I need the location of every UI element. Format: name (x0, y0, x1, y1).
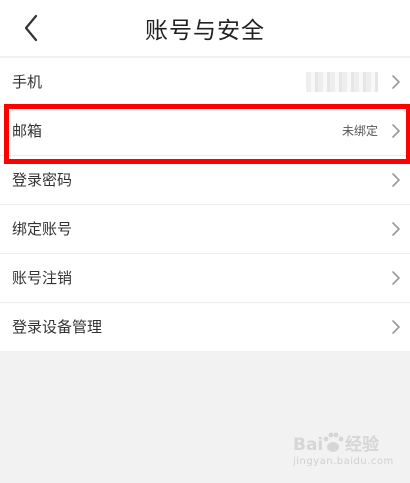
row-email-label: 邮箱 (12, 122, 43, 140)
masked-phone-number (306, 72, 378, 92)
chevron-right-icon (391, 319, 401, 335)
row-device-management[interactable]: 登录设备管理 (0, 303, 410, 351)
row-login-password-label: 登录密码 (12, 171, 73, 189)
top-bar: 账号与安全 (0, 0, 410, 56)
row-phone-label: 手机 (12, 73, 43, 91)
row-login-password[interactable]: 登录密码 (0, 156, 410, 205)
row-linked-accounts-label: 绑定账号 (12, 220, 73, 238)
row-email-status: 未绑定 (341, 124, 378, 138)
chevron-right-icon (391, 123, 401, 139)
baidu-jingyan-watermark: Bai 经验 jingyan.baidu.com (293, 430, 405, 470)
baidu-paw-icon (323, 432, 344, 452)
chevron-right-icon (391, 74, 401, 90)
baidu-jingyan-logo: Bai 经验 (293, 430, 405, 456)
svg-text:经验: 经验 (345, 434, 380, 455)
row-account-deletion-label: 账号注销 (12, 269, 73, 287)
settings-list: 手机 邮箱 未绑定 登录密码 绑定账号 账号注销 登录设备管理 (0, 58, 410, 351)
row-account-deletion[interactable]: 账号注销 (0, 254, 410, 303)
chevron-right-icon (391, 270, 401, 286)
svg-text:Bai: Bai (293, 435, 323, 455)
row-email[interactable]: 邮箱 未绑定 (0, 107, 410, 156)
row-linked-accounts[interactable]: 绑定账号 (0, 205, 410, 254)
chevron-right-icon (391, 172, 401, 188)
page-title: 账号与安全 (145, 18, 265, 44)
chevron-right-icon (391, 221, 401, 237)
row-device-management-label: 登录设备管理 (12, 318, 103, 336)
row-phone[interactable]: 手机 (0, 58, 410, 107)
watermark-url: jingyan.baidu.com (293, 456, 394, 467)
